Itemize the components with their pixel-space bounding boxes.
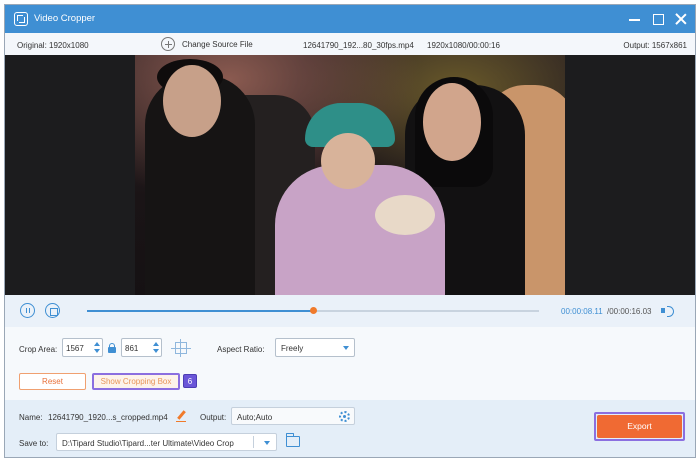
video-cropper-window: Video Cropper Original: 1920x1080 Change… (4, 4, 696, 458)
total-time: /00:00:16.03 (607, 307, 652, 316)
gear-icon[interactable] (339, 411, 350, 422)
crop-height-stepper[interactable]: 861 (121, 338, 162, 357)
folder-icon[interactable] (286, 433, 300, 447)
title-bar: Video Cropper (5, 5, 695, 33)
volume-icon[interactable] (661, 305, 675, 317)
step-badge: 6 (183, 374, 197, 388)
decrement-arrow-icon[interactable] (153, 349, 159, 353)
chevron-down-icon (343, 346, 349, 350)
progress-track[interactable] (87, 307, 539, 314)
edit-icon[interactable] (176, 410, 186, 422)
export-button[interactable]: Export (597, 415, 682, 438)
output-format-field[interactable]: Auto;Auto (231, 407, 355, 425)
aspect-ratio-value: Freely (281, 344, 304, 353)
increment-arrow-icon[interactable] (153, 342, 159, 346)
current-time: 00:00:08.11 (561, 307, 603, 316)
reset-button[interactable]: Reset (19, 373, 86, 390)
source-resolution-duration: 1920x1080/00:00:16 (427, 41, 500, 50)
progress-thumb[interactable] (309, 307, 317, 314)
scene-figure (423, 83, 481, 161)
export-settings: Name: 12641790_1920...s_cropped.mp4 Outp… (5, 400, 695, 457)
close-icon[interactable] (673, 11, 689, 27)
increment-arrow-icon[interactable] (94, 342, 100, 346)
video-preview-area (5, 55, 695, 295)
info-bar: Original: 1920x1080 Change Source File 1… (5, 33, 695, 55)
aspect-ratio-select[interactable]: Freely (275, 338, 355, 357)
video-frame[interactable] (135, 55, 565, 295)
aspect-ratio-label: Aspect Ratio: (217, 345, 265, 354)
stop-icon[interactable] (45, 303, 60, 318)
output-file-name: 12641790_1920...s_cropped.mp4 (48, 413, 168, 422)
scene-figure (163, 65, 221, 137)
crosshair-icon[interactable] (171, 339, 191, 357)
plus-icon (161, 37, 175, 51)
decrement-arrow-icon[interactable] (94, 349, 100, 353)
minimize-icon[interactable] (627, 11, 643, 27)
save-path-select[interactable]: D:\Tipard Studio\Tipard...ter Ultimate\V… (56, 433, 277, 451)
chevron-down-icon[interactable] (264, 441, 270, 445)
show-cropping-box-button[interactable]: Show Cropping Box (92, 373, 180, 390)
app-icon (14, 12, 28, 26)
output-format-value: Auto;Auto (237, 413, 273, 422)
window-title: Video Cropper (34, 13, 96, 24)
field-divider (253, 436, 254, 448)
original-resolution: Original: 1920x1080 (17, 41, 89, 50)
crop-width-stepper[interactable]: 1567 (62, 338, 103, 357)
source-file-name: 12641790_192...80_30fps.mp4 (303, 41, 414, 50)
name-label: Name: (19, 413, 43, 422)
scene-figure (375, 195, 435, 235)
maximize-icon[interactable] (650, 11, 666, 27)
change-source-label: Change Source File (182, 40, 253, 49)
crop-area-label: Crop Area: (19, 345, 58, 354)
crosshair-box (175, 342, 187, 354)
playback-controls: 00:00:08.11 /00:00:16.03 (5, 295, 695, 327)
output-resolution: Output: 1567x861 (623, 41, 687, 50)
save-to-label: Save to: (19, 439, 49, 448)
crop-height-value: 861 (125, 344, 139, 353)
crop-width-value: 1567 (66, 344, 84, 353)
crop-settings: Crop Area: 1567 861 Aspect Ratio: Freely… (5, 327, 695, 400)
progress-fill (87, 310, 313, 312)
scene-figure (321, 133, 375, 189)
output-label: Output: (200, 413, 227, 422)
save-path-value: D:\Tipard Studio\Tipard...ter Ultimate\V… (62, 439, 234, 448)
lock-icon[interactable] (108, 343, 116, 353)
pause-icon[interactable] (20, 303, 35, 318)
